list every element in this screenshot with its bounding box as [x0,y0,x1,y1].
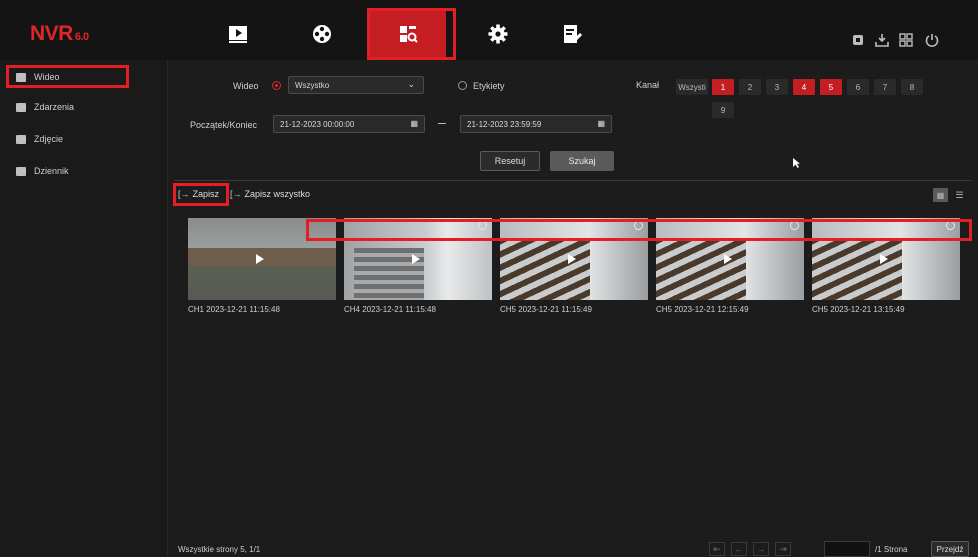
alarm-icon[interactable] [850,32,866,48]
select-checkbox[interactable] [946,221,955,230]
end-datetime-field[interactable]: 21-12-2023 23:59:59 ▦ [460,115,612,133]
range-label: Początek/Koniec [190,120,258,130]
page-total-label: /1 Strona [875,545,908,554]
play-icon [229,26,247,43]
divider [174,180,972,181]
playback-nav[interactable] [200,10,276,58]
next-page-button[interactable]: → [753,542,769,556]
reset-button[interactable]: Resetuj [480,151,540,171]
export-icon: [→ [230,189,242,199]
download-icon[interactable] [874,32,890,48]
channel-7-button[interactable]: 7 [874,79,896,95]
smart-nav[interactable] [284,10,360,58]
start-datetime-field[interactable]: 21-12-2023 00:00:00 ▦ [273,115,425,133]
result-caption: CH5 2023-12-21 11:15:49 [500,305,592,314]
calendar-icon: ▦ [410,119,418,128]
result-caption: CH5 2023-12-21 13:15:49 [812,305,905,314]
channel-all-button[interactable]: Wszysti [676,79,708,95]
result-thumbnail[interactable] [188,218,336,300]
sidebar-item-events[interactable]: Zdarzenia [10,98,158,116]
result-thumbnail[interactable] [656,218,804,300]
chevron-down-icon: ⌄ [407,79,415,89]
sidebar-item-log[interactable]: Dziennik [10,162,158,180]
photo-icon [16,134,26,144]
save-all-button[interactable]: [→ Zapisz wszystko [230,189,310,199]
event-icon [16,102,26,112]
edit-document-icon [564,25,583,44]
video-type-select[interactable]: Wszystko ⌄ [288,76,424,94]
channel-1-button[interactable]: 1 [712,79,734,95]
play-icon [568,254,576,264]
result-caption: CH4 2023-12-21 11:15:48 [344,305,436,314]
first-page-button[interactable]: ⇤ [709,542,725,556]
tags-label: Etykiety [473,81,505,91]
result-thumbnail[interactable] [812,218,960,300]
select-checkbox[interactable] [634,221,643,230]
channel-2-button[interactable]: 2 [739,79,761,95]
channel-label: Kanał [636,80,660,90]
mouse-cursor-icon [793,158,800,168]
channel-3-button[interactable]: 3 [766,79,788,95]
settings-nav[interactable] [460,10,536,58]
channel-9-button[interactable]: 9 [712,102,734,118]
main-panel: Wideo Wszystko ⌄ Etykiety Kanał Wszysti 1… [168,60,978,557]
power-icon[interactable] [924,32,940,48]
file-search-icon [400,26,418,43]
grid-view-icon[interactable]: ▦ [933,188,948,202]
calendar-icon: ▦ [597,119,605,128]
result-caption: CH1 2023-12-21 11:15:48 [188,305,280,314]
play-icon [256,254,264,264]
search-button[interactable]: Szukaj [550,151,614,171]
prev-page-button[interactable]: ← [731,542,747,556]
select-checkbox[interactable] [790,221,799,230]
goto-page-button[interactable]: Przejdź [931,541,969,557]
tags-radio[interactable] [458,81,467,90]
sidebar-item-label: Wideo [34,72,60,82]
gear-icon [488,24,508,44]
result-caption: CH5 2023-12-21 12:15:49 [656,305,749,314]
log-icon [16,166,26,176]
last-page-button[interactable]: ⇥ [775,542,791,556]
list-view-icon[interactable]: ☰ [952,188,967,202]
film-reel-icon [313,25,331,43]
play-icon [724,254,732,264]
select-checkbox[interactable] [478,221,487,230]
sidebar-item-photo[interactable]: Zdjęcie [10,130,158,148]
sidebar-item-label: Dziennik [34,166,69,176]
export-icon: [→ [178,189,190,199]
video-icon [16,72,26,82]
video-label: Wideo [233,81,259,91]
channel-8-button[interactable]: 8 [901,79,923,95]
sidebar-item-label: Zdarzenia [34,102,75,112]
maintenance-nav[interactable] [534,10,610,58]
channel-4-button[interactable]: 4 [793,79,815,95]
result-thumbnail[interactable] [500,218,648,300]
sidebar: Wideo Zdarzenia Zdjęcie Dziennik [0,60,168,557]
sidebar-item-video[interactable]: Wideo [10,68,158,86]
play-icon [880,254,888,264]
result-thumbnail[interactable] [344,218,492,300]
layout-icon[interactable] [898,32,914,48]
range-dash [438,123,446,124]
nvr-logo: NVR 6.0 [30,22,89,45]
video-type-radio[interactable] [272,81,281,90]
channel-5-button[interactable]: 5 [820,79,842,95]
sidebar-item-label: Zdjęcie [34,134,64,144]
play-icon [412,254,420,264]
save-button[interactable]: [→ Zapisz [178,189,219,199]
search-nav[interactable] [370,10,446,58]
top-bar: NVR 6.0 [0,0,978,60]
channel-6-button[interactable]: 6 [847,79,869,95]
page-number-input[interactable] [824,541,870,557]
results-summary: Wszystkie strony 5, 1/1 [178,545,261,554]
